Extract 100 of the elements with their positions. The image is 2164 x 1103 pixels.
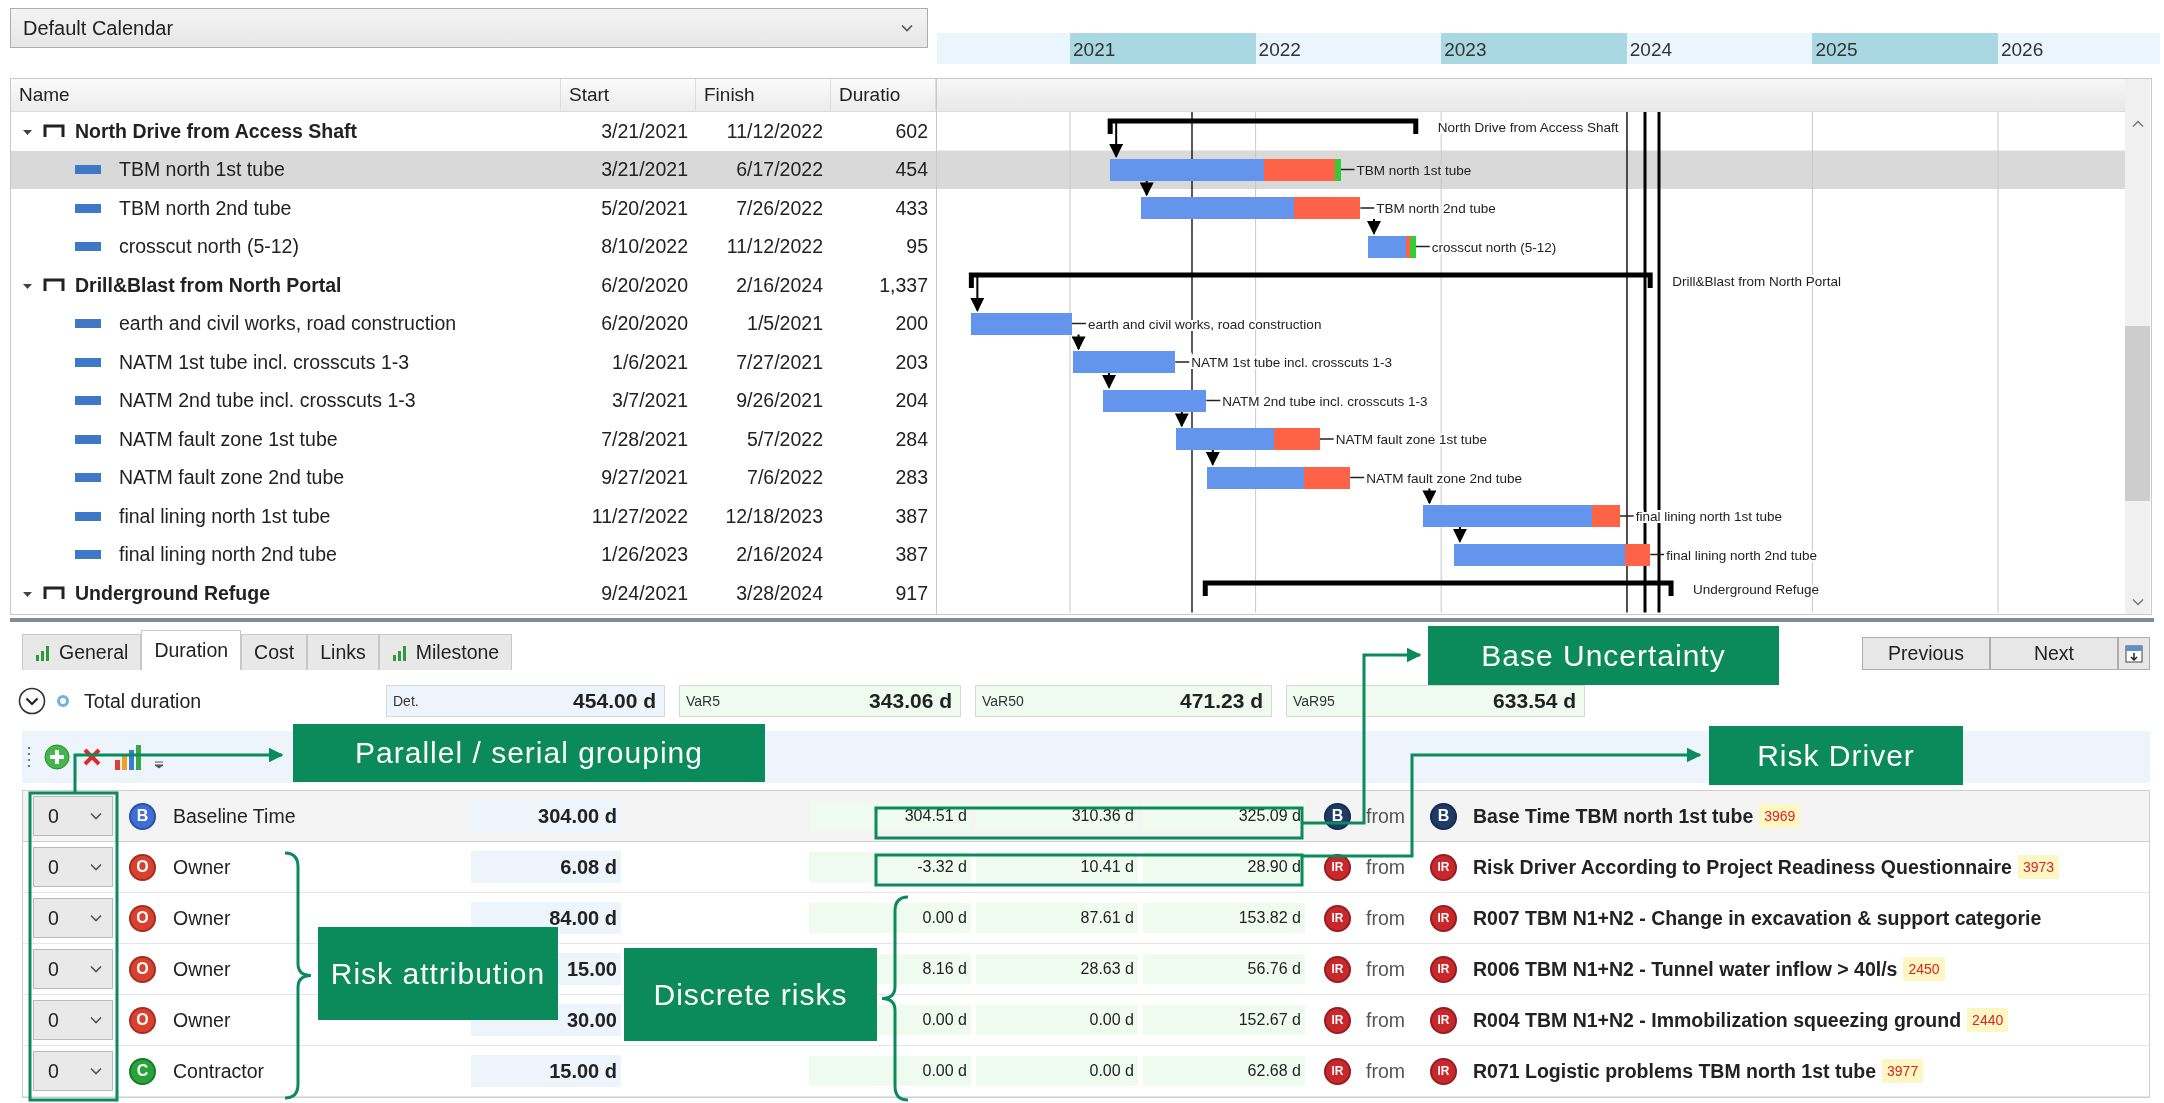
bar-label: NATM fault zone 2nd tube bbox=[1366, 470, 1522, 486]
table-cell-text: 7/28/2021 bbox=[600, 427, 689, 451]
chevron-down-icon bbox=[90, 863, 102, 871]
table-cell-text: 917 bbox=[894, 581, 929, 605]
risk-badge: IR bbox=[1324, 1057, 1351, 1085]
task-name: earth and civil works, road construction bbox=[119, 312, 457, 336]
nav-button[interactable]: Previous bbox=[1862, 637, 1990, 670]
chevron-down-icon bbox=[90, 914, 102, 922]
risk-badge: IR bbox=[1430, 853, 1457, 881]
task-icon bbox=[75, 434, 101, 444]
column-header[interactable]: Duratio bbox=[831, 79, 936, 111]
table-cell-text: 9/27/2021 bbox=[600, 466, 689, 490]
task-name: NATM fault zone 2nd tube bbox=[119, 466, 345, 490]
tab[interactable]: General bbox=[22, 634, 142, 670]
grip-icon[interactable] bbox=[28, 746, 32, 768]
table-cell-text: 602 bbox=[894, 119, 929, 143]
task-row[interactable]: NATM 2nd tube incl. crosscuts 1-3 3/7/2021 9/26/2021 204 bbox=[11, 381, 936, 420]
task-row[interactable]: North Drive from Access Shaft 3/21/2021 11/12/2022 602 bbox=[11, 112, 936, 151]
chevron-up-icon bbox=[2131, 120, 2144, 128]
value-cell: 56.76 d bbox=[1143, 954, 1305, 984]
table-cell-text: 1,337 bbox=[878, 273, 929, 297]
scrollbar-thumb[interactable] bbox=[2125, 326, 2150, 501]
task-row[interactable]: Underground Refuge 9/24/2021 3/28/2024 917 bbox=[11, 574, 936, 613]
group-dropdown[interactable]: 0 bbox=[33, 847, 113, 887]
group-dropdown[interactable]: 0 bbox=[33, 949, 113, 989]
attribution-badge: O bbox=[129, 904, 156, 932]
stat-label: VaR95 bbox=[1293, 693, 1335, 709]
attribution-badge: C bbox=[129, 1057, 156, 1085]
table-cell-text: 8/10/2022 bbox=[600, 235, 689, 259]
bar-label: NATM 2nd tube incl. crosscuts 1-3 bbox=[1222, 393, 1428, 409]
leader-line bbox=[1174, 361, 1190, 363]
stat-label: Det. bbox=[393, 693, 419, 709]
group-dropdown[interactable]: 0 bbox=[33, 1051, 113, 1091]
bar-label: North Drive from Access Shaft bbox=[1437, 120, 1619, 135]
risk-badge: B bbox=[1430, 802, 1457, 830]
task-row[interactable]: earth and civil works, road construction 6/20/2020 1/5/2021 200 bbox=[11, 304, 936, 343]
column-header[interactable]: Name bbox=[11, 79, 561, 111]
nav-button[interactable]: Next bbox=[1990, 637, 2118, 670]
task-row[interactable]: NATM fault zone 1st tube 7/28/2021 5/7/2022 284 bbox=[11, 420, 936, 459]
tab[interactable]: Links bbox=[307, 634, 379, 670]
task-row[interactable]: TBM north 1st tube 3/21/2021 6/17/2022 454 bbox=[11, 150, 936, 189]
group-dropdown[interactable]: 0 bbox=[33, 796, 113, 836]
task-row[interactable]: Drill&Blast from North Portal 6/20/2020 2/16/2024 1,337 bbox=[11, 266, 936, 305]
value-cell: 0.00 d bbox=[809, 1056, 971, 1086]
risk-description[interactable]: Base Time TBM north 1st tube bbox=[1473, 804, 1754, 828]
stat-value: 454.00 d bbox=[573, 689, 656, 713]
layout-icon bbox=[2125, 644, 2143, 663]
table-cell-text: 3/7/2021 bbox=[611, 389, 689, 413]
table-cell-text: 433 bbox=[894, 196, 929, 220]
table-cell-text: 5/7/2022 bbox=[746, 427, 824, 451]
bar-chart-icon[interactable] bbox=[114, 744, 142, 770]
attribution-badge: O bbox=[129, 1006, 156, 1034]
year-label: 2022 bbox=[1257, 38, 1302, 62]
table-cell-text: 283 bbox=[894, 466, 929, 490]
value-cell: -3.32 d bbox=[809, 852, 971, 882]
leader-line bbox=[1359, 207, 1376, 209]
task-name: TBM north 2nd tube bbox=[119, 196, 292, 220]
table-cell-text: 3/21/2021 bbox=[600, 119, 689, 143]
risk-description[interactable]: Risk Driver According to Project Readiness Questionnaire bbox=[1473, 855, 2012, 879]
clock-icon bbox=[56, 694, 70, 708]
attribution-badge: B bbox=[129, 802, 156, 830]
delete-icon[interactable] bbox=[82, 747, 102, 767]
calendar-dropdown[interactable]: Default Calendar bbox=[10, 8, 928, 48]
task-name: TBM north 1st tube bbox=[119, 158, 285, 182]
value-cell: 153.82 d bbox=[1143, 903, 1305, 933]
tab[interactable]: Cost bbox=[241, 634, 308, 670]
task-row[interactable]: TBM north 2nd tube 5/20/2021 7/26/2022 433 bbox=[11, 189, 936, 228]
column-header[interactable]: Start bbox=[561, 79, 696, 111]
risk-description[interactable]: R071 Logistic problems TBM north 1st tube bbox=[1473, 1059, 1877, 1083]
attribution-label: Owner bbox=[173, 855, 231, 879]
tab[interactable]: Milestone bbox=[378, 634, 513, 670]
table-cell-text: 6/20/2020 bbox=[600, 273, 689, 297]
layout-button[interactable] bbox=[2118, 637, 2150, 670]
task-row[interactable]: NATM 1st tube incl. crosscuts 1-3 1/6/2021 7/27/2021 203 bbox=[11, 343, 936, 382]
table-cell-text: 7/6/2022 bbox=[746, 466, 824, 490]
risk-description[interactable]: R004 TBM N1+N2 - Immobilization squeezing ground bbox=[1473, 1008, 1962, 1032]
task-row[interactable]: crosscut north (5-12) 8/10/2022 11/12/2022 95 bbox=[11, 227, 936, 266]
task-row[interactable]: NATM fault zone 2nd tube 9/27/2021 7/6/2022 283 bbox=[11, 458, 936, 497]
callout-label: Discrete risks bbox=[624, 948, 877, 1041]
group-dropdown[interactable]: 0 bbox=[33, 898, 113, 938]
add-icon[interactable] bbox=[44, 744, 70, 770]
task-icon bbox=[75, 319, 101, 329]
risk-description[interactable]: R007 TBM N1+N2 - Change in excavation & support categorie bbox=[1473, 906, 2042, 930]
task-name: Drill&Blast from North Portal bbox=[75, 273, 342, 297]
table-cell-text: 5/20/2021 bbox=[600, 196, 689, 220]
tab[interactable]: Duration bbox=[141, 630, 242, 670]
from-label: from bbox=[1366, 957, 1406, 981]
expand-button[interactable] bbox=[18, 687, 46, 715]
group-dropdown[interactable]: 0 bbox=[33, 1000, 113, 1040]
task-name: final lining north 2nd tube bbox=[119, 543, 337, 567]
attribution-badge: O bbox=[129, 853, 156, 881]
task-row[interactable]: final lining north 2nd tube 1/26/2023 2/16/2024 387 bbox=[11, 535, 936, 574]
callout-label: Risk attribution bbox=[318, 927, 558, 1020]
value-cell: 304.00 d bbox=[471, 800, 621, 832]
bar-label: final lining north 2nd tube bbox=[1666, 547, 1818, 563]
task-icon bbox=[75, 165, 101, 175]
task-row[interactable]: final lining north 1st tube 11/27/2022 12/18/2023 387 bbox=[11, 497, 936, 536]
column-header[interactable]: Finish bbox=[696, 79, 831, 111]
dropdown-caret-icon[interactable] bbox=[154, 761, 164, 769]
risk-description[interactable]: R006 TBM N1+N2 - Tunnel water inflow > 40l/s bbox=[1473, 957, 1898, 981]
